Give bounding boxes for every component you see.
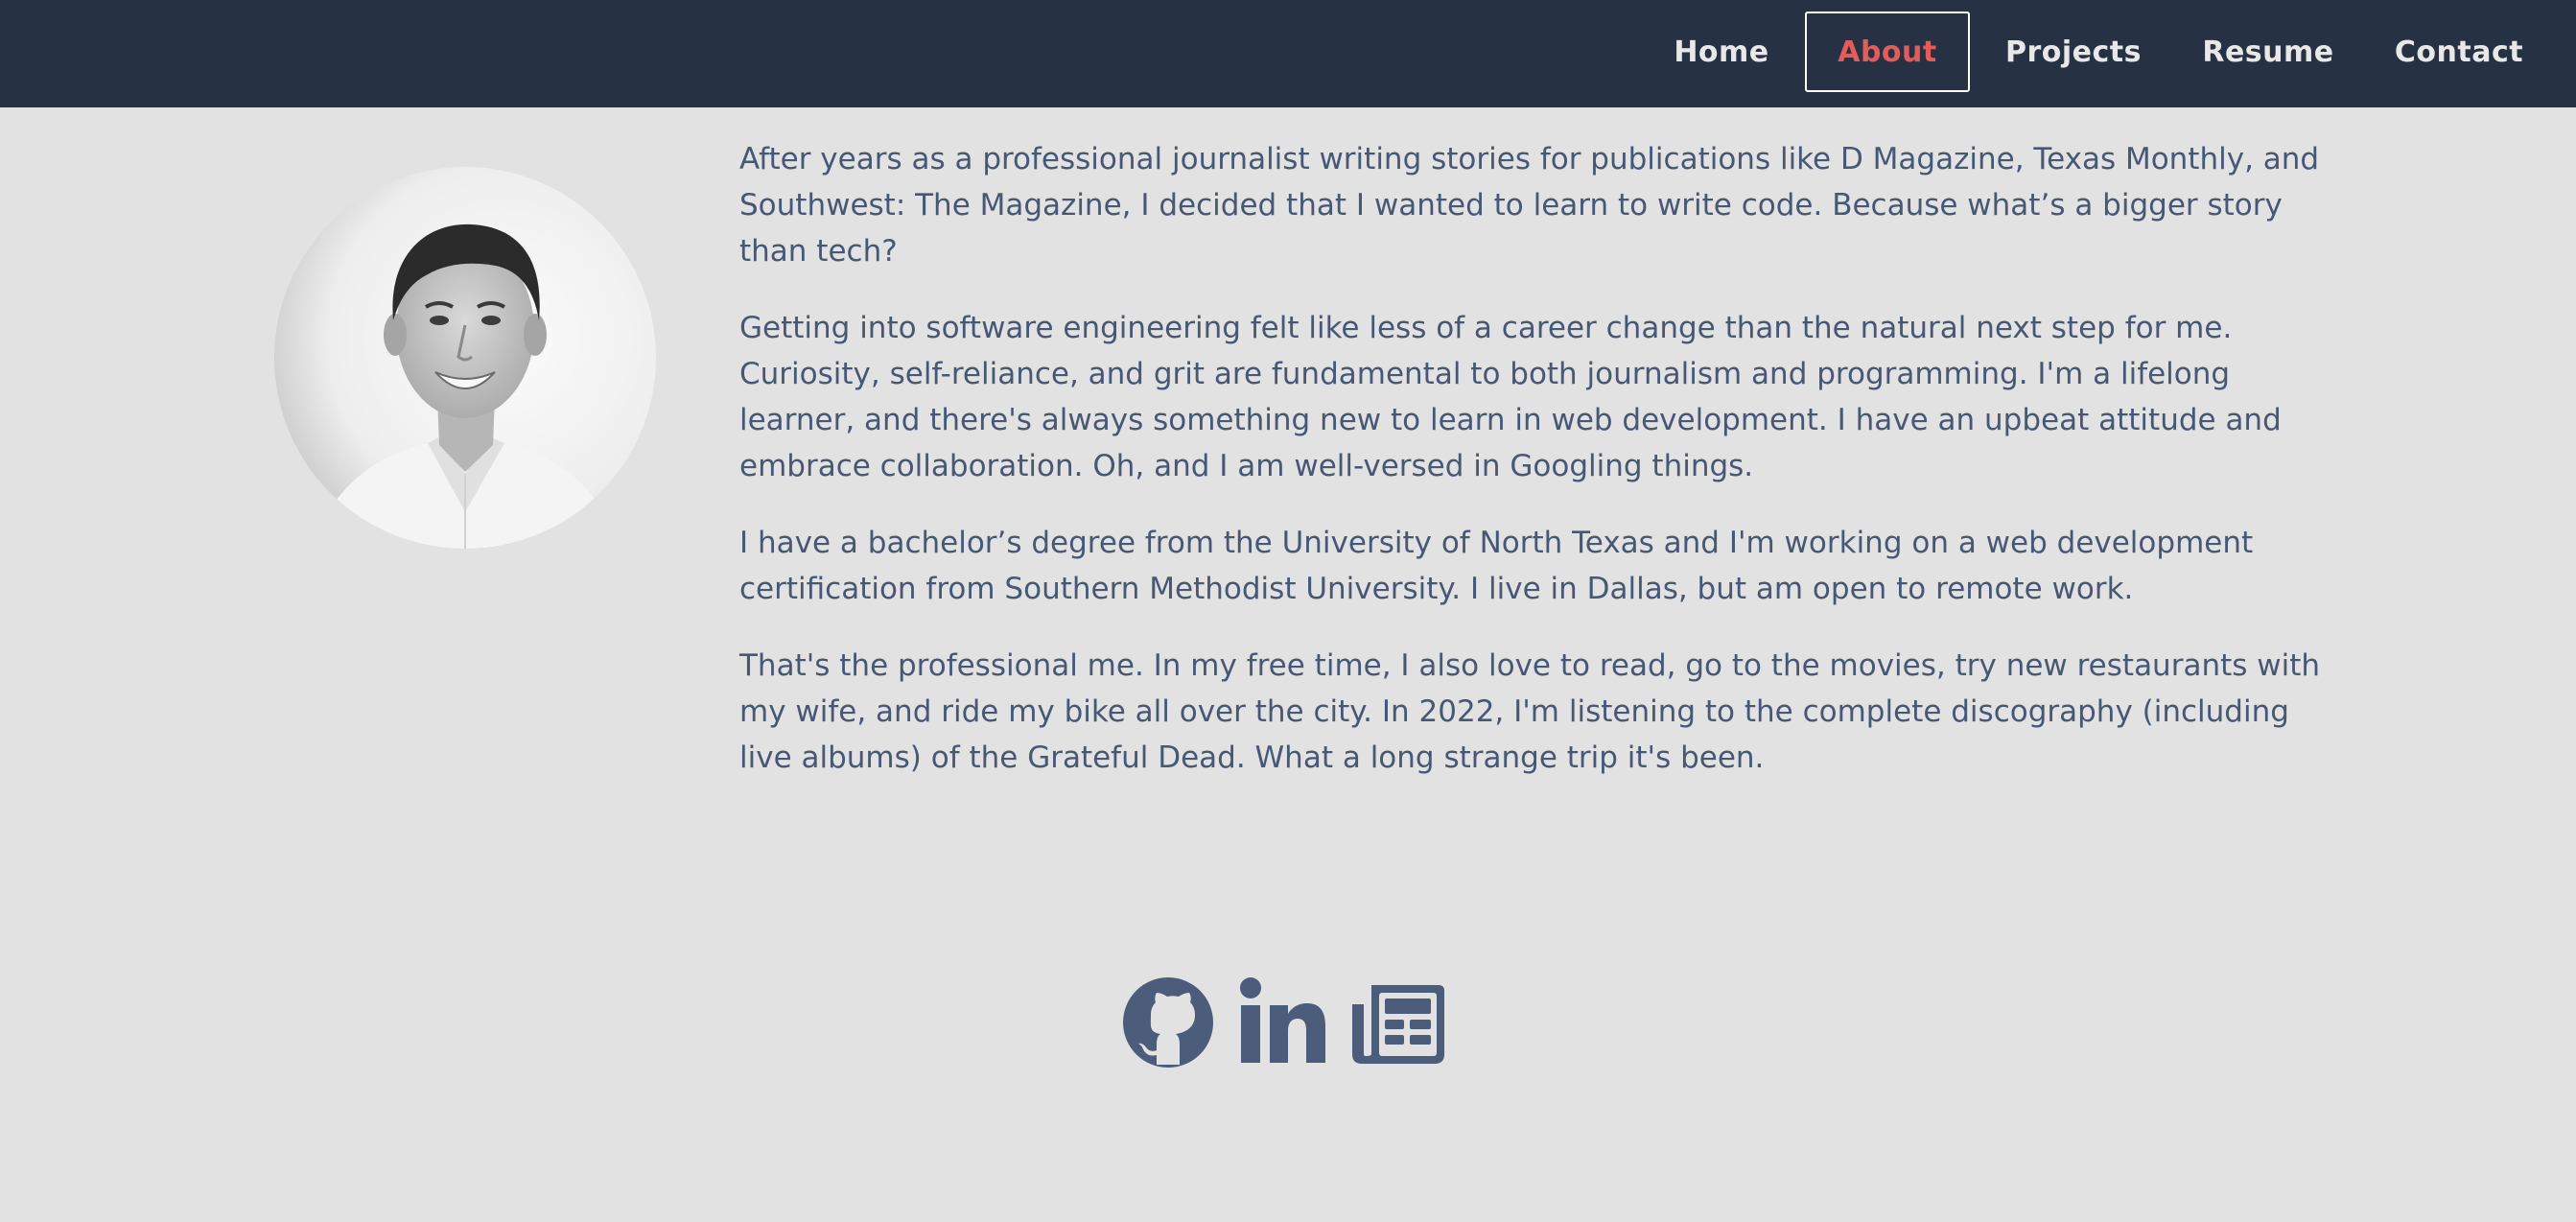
nav-link-resume[interactable]: Resume [2177, 12, 2359, 92]
nav-link-home[interactable]: Home [1640, 12, 1803, 92]
navbar: Home About Projects Resume Contact [0, 0, 2576, 107]
about-paragraph: Getting into software engineering felt l… [739, 311, 2282, 483]
nav-link-about[interactable]: About [1805, 12, 1970, 92]
github-link[interactable] [1122, 976, 1214, 1072]
news-link[interactable] [1350, 979, 1446, 1069]
linkedin-link[interactable] [1239, 976, 1327, 1072]
social-links [1122, 976, 1446, 1072]
github-icon [1123, 977, 1213, 1068]
about-paragraph: After years as a professional journalist… [739, 142, 2320, 269]
nav-link-contact[interactable]: Contact [2359, 12, 2559, 92]
about-paragraph: I have a bachelor’s degree from the Univ… [739, 526, 2254, 606]
nav-links: Home About Projects Resume Contact [1640, 12, 2576, 92]
about-text: After years as a professional journalist… [739, 136, 2351, 811]
newspaper-icon [1352, 985, 1444, 1064]
linkedin-icon [1240, 977, 1325, 1063]
nav-link-projects[interactable]: Projects [1970, 12, 2177, 92]
about-paragraph: That's the professional me. In my free t… [739, 648, 2321, 775]
profile-photo [274, 167, 656, 549]
